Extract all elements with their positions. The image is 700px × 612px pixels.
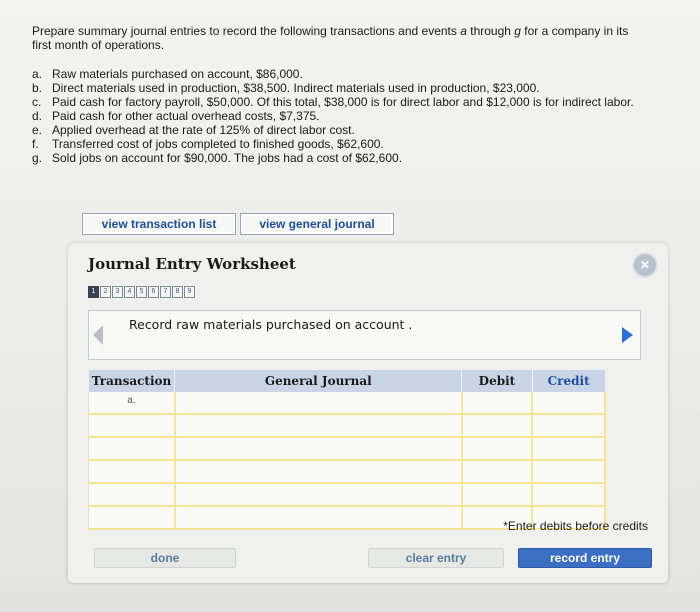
credit-cell[interactable] xyxy=(532,392,606,415)
page-button-7[interactable]: 7 xyxy=(160,286,171,298)
list-item-letter: d. xyxy=(32,109,43,123)
list-item: d. Paid cash for other actual overhead co… xyxy=(32,109,652,123)
page-button-3[interactable]: 3 xyxy=(112,286,123,298)
list-item: a. Raw materials purchased on account, $8… xyxy=(32,67,652,81)
view-general-journal-button[interactable]: view general journal xyxy=(240,213,394,235)
list-item: g. Sold jobs on account for $90,000. The … xyxy=(32,151,652,165)
page-button-9[interactable]: 9 xyxy=(184,286,195,298)
list-item-letter: a. xyxy=(32,67,43,81)
column-header-credit: Credit xyxy=(532,370,606,392)
list-item-letter: e. xyxy=(32,123,43,137)
debit-cell[interactable] xyxy=(461,414,534,438)
entry-description: Record raw materials purchased on accoun… xyxy=(129,317,413,332)
list-item-letter: g. xyxy=(32,151,43,165)
table-row xyxy=(87,460,606,484)
list-item-text: Direct materials used in production, $38… xyxy=(52,81,540,95)
list-item-letter: c. xyxy=(32,95,42,109)
account-cell[interactable] xyxy=(174,506,463,530)
page: Prepare summary journal entries to recor… xyxy=(0,0,700,612)
column-header-debit: Debit xyxy=(461,370,533,392)
table-row xyxy=(87,483,606,507)
done-button[interactable]: done xyxy=(94,548,236,568)
prompt-range-end: g xyxy=(514,24,521,38)
list-item-letter: f. xyxy=(32,137,39,151)
page-button-1[interactable]: 1 xyxy=(88,286,99,298)
prompt-intro-prefix: Prepare summary journal entries to recor… xyxy=(32,24,461,38)
list-item: e. Applied overhead at the rate of 125% o… xyxy=(32,123,652,137)
account-cell[interactable] xyxy=(174,483,463,507)
close-icon[interactable]: ✕ xyxy=(632,252,658,278)
list-item-text: Sold jobs on account for $90,000. The jo… xyxy=(52,151,403,165)
transaction-cell xyxy=(87,437,176,461)
transaction-cell xyxy=(87,414,176,438)
previous-arrow-icon[interactable] xyxy=(91,323,105,347)
account-cell[interactable] xyxy=(174,392,463,415)
prompt-intro-mid: through xyxy=(466,24,515,38)
journal-entry-worksheet: Journal Entry Worksheet ✕ 1 2 3 4 5 6 7 … xyxy=(68,243,668,583)
journal-table: Transaction General Journal Debit Credit… xyxy=(87,370,606,530)
list-item-text: Raw materials purchased on account, $86,… xyxy=(52,67,303,81)
page-button-6[interactable]: 6 xyxy=(148,286,159,298)
debit-cell[interactable] xyxy=(461,437,534,461)
record-entry-button[interactable]: record entry xyxy=(518,548,652,568)
entry-description-panel: Record raw materials purchased on accoun… xyxy=(88,310,641,360)
table-header-row: Transaction General Journal Debit Credit xyxy=(88,370,606,392)
account-cell[interactable] xyxy=(174,460,463,484)
list-item-text: Applied overhead at the rate of 125% of … xyxy=(52,123,355,137)
page-button-4[interactable]: 4 xyxy=(124,286,135,298)
table-row xyxy=(87,414,606,438)
list-item-text: Paid cash for other actual overhead cost… xyxy=(52,109,320,123)
column-header-transaction: Transaction xyxy=(88,370,176,392)
worksheet-title: Journal Entry Worksheet xyxy=(88,255,296,273)
list-item: c. Paid cash for factory payroll, $50,000… xyxy=(32,95,652,109)
credit-cell[interactable] xyxy=(532,414,606,438)
account-cell[interactable] xyxy=(174,414,463,438)
list-item-letter: b. xyxy=(32,81,43,95)
debits-before-credits-note: *Enter debits before credits xyxy=(503,519,648,533)
list-item-text: Paid cash for factory payroll, $50,000. … xyxy=(52,95,634,109)
credit-cell[interactable] xyxy=(532,483,606,507)
transaction-cell xyxy=(87,506,176,530)
account-cell[interactable] xyxy=(174,437,463,461)
page-button-2[interactable]: 2 xyxy=(100,286,111,298)
table-row: a. xyxy=(87,392,606,415)
next-arrow-icon[interactable] xyxy=(620,325,634,345)
debit-cell[interactable] xyxy=(461,460,534,484)
list-item-text: Transferred cost of jobs completed to fi… xyxy=(52,137,384,151)
credit-cell[interactable] xyxy=(532,460,606,484)
debit-cell[interactable] xyxy=(461,483,534,507)
entry-pager: 1 2 3 4 5 6 7 8 9 xyxy=(88,286,195,298)
problem-prompt: Prepare summary journal entries to recor… xyxy=(32,24,642,52)
transaction-cell: a. xyxy=(87,392,176,415)
page-button-8[interactable]: 8 xyxy=(172,286,183,298)
transaction-cell xyxy=(87,483,176,507)
prompt-range-start: a xyxy=(460,24,467,38)
clear-entry-button[interactable]: clear entry xyxy=(368,548,504,568)
list-item: b. Direct materials used in production, $… xyxy=(32,81,652,95)
credit-cell[interactable] xyxy=(532,437,606,461)
view-transaction-list-button[interactable]: view transaction list xyxy=(82,213,236,235)
transaction-cell xyxy=(87,460,176,484)
list-item: f. Transferred cost of jobs completed to … xyxy=(32,137,652,151)
table-row xyxy=(87,437,606,461)
column-header-general-journal: General Journal xyxy=(174,370,463,392)
transaction-list: a. Raw materials purchased on account, $8… xyxy=(32,67,652,165)
page-button-5[interactable]: 5 xyxy=(136,286,147,298)
debit-cell[interactable] xyxy=(461,392,534,415)
